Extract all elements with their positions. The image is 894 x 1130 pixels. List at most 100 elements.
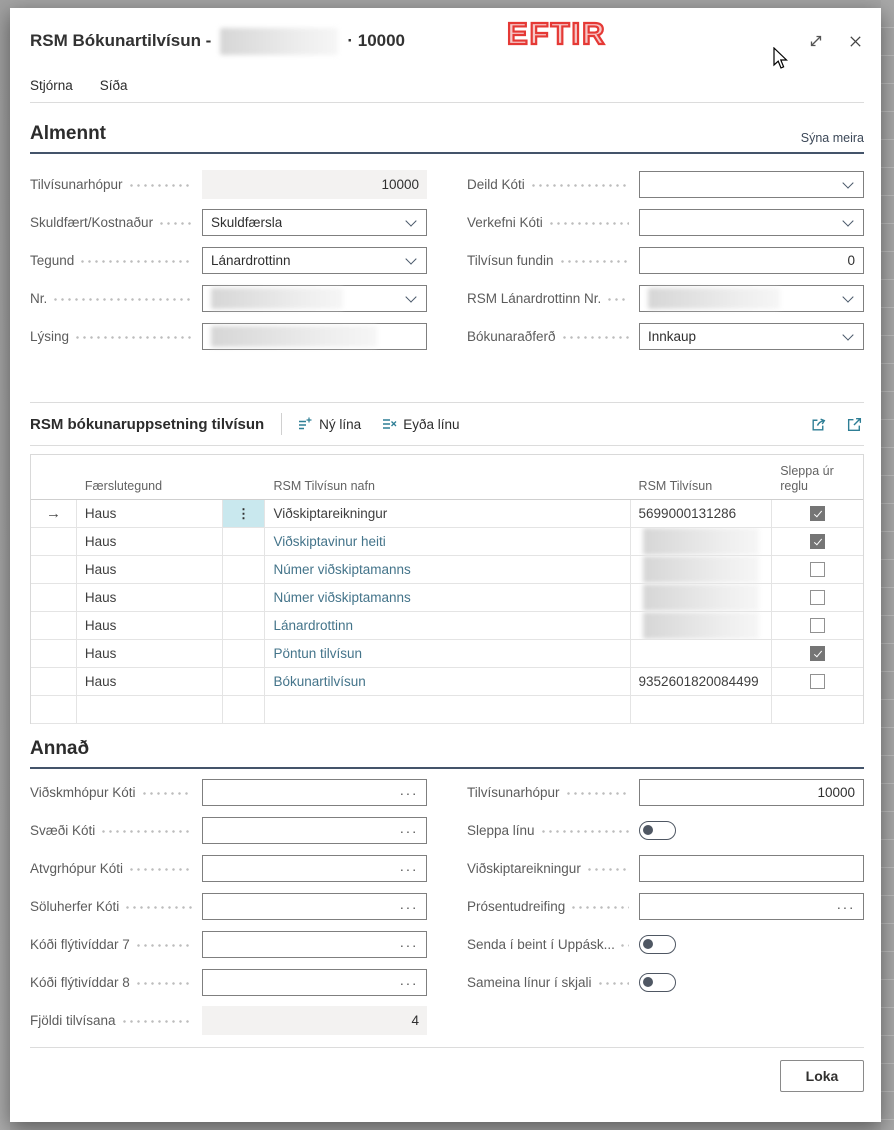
field-label-atvgrh-pur-k-ti: Atvgrhópur Kóti — [30, 861, 123, 876]
new-line-button[interactable]: Ný lína — [297, 416, 361, 432]
close-window-icon[interactable] — [846, 32, 864, 50]
ellipsis-lookup-icon[interactable]: ··· — [400, 940, 419, 950]
cell-rsm-tilvisun[interactable] — [631, 640, 773, 667]
cell-row-options[interactable] — [223, 640, 266, 667]
cell-rsm-tilvisun-nafn[interactable]: Númer viðskiptamanns — [265, 556, 630, 583]
cell-faerslutegund[interactable]: Haus — [77, 584, 223, 611]
dropdown-rsm-l-nardrottinn-nr[interactable] — [639, 285, 864, 312]
lookup-k-i-fl-tiv-ddar-7[interactable]: ··· — [202, 931, 427, 958]
dotted-leader — [550, 222, 629, 225]
cell-rsm-tilvisun[interactable] — [631, 696, 773, 723]
share-icon[interactable] — [808, 414, 828, 434]
dropdown-nr[interactable] — [202, 285, 427, 312]
cell-rsm-tilvisun[interactable] — [631, 556, 773, 583]
expand-window-icon[interactable] — [807, 32, 825, 50]
column-header-tilvisun-nafn[interactable]: RSM Tilvísun nafn — [265, 455, 630, 499]
cell-rsm-tilvisun-nafn[interactable]: Viðskiptareikningur — [265, 500, 630, 527]
dotted-leader — [76, 336, 192, 339]
cell-rsm-tilvisun-nafn[interactable]: Lánardrottinn — [265, 612, 630, 639]
checkbox-unchecked[interactable] — [810, 674, 825, 689]
dotted-leader — [126, 906, 192, 909]
dropdown-verkefni-k-ti[interactable] — [639, 209, 864, 236]
show-more-link[interactable]: Sýna meira — [801, 131, 864, 145]
field-label-nr: Nr. — [30, 291, 47, 306]
cell-faerslutegund[interactable]: Haus — [77, 612, 223, 639]
input-vi-skiptareikningur[interactable] — [639, 855, 864, 882]
lookup-s-luherfer-k-ti[interactable]: ··· — [202, 893, 427, 920]
checkbox-checked[interactable] — [810, 646, 825, 661]
checkbox-checked[interactable] — [810, 506, 825, 521]
ellipsis-lookup-icon[interactable]: ··· — [400, 902, 419, 912]
cell-rsm-tilvisun-nafn[interactable]: Pöntun tilvísun — [265, 640, 630, 667]
dropdown-b-kunara-fer[interactable]: Innkaup — [639, 323, 864, 350]
menu-item-stjorna[interactable]: Stjórna — [30, 78, 73, 93]
cell-rsm-tilvisun[interactable]: 9352601820084499 — [631, 668, 773, 695]
column-header-rsm-tilvisun[interactable]: RSM Tilvísun — [631, 455, 773, 499]
cell-faerslutegund[interactable]: Haus — [77, 500, 223, 527]
cell-rsm-tilvisun-nafn[interactable]: Viðskiptavinur heiti — [265, 528, 630, 555]
ellipsis-lookup-icon[interactable]: ··· — [400, 788, 419, 798]
lookup-sv-i-k-ti[interactable]: ··· — [202, 817, 427, 844]
lookup-pr-sentudreifing[interactable]: ··· — [639, 893, 864, 920]
cell-row-options[interactable] — [223, 668, 266, 695]
input-tilv-sunarh-pur[interactable]: 10000 — [639, 779, 864, 806]
cell-rsm-tilvisun[interactable] — [631, 584, 773, 611]
input-l-sing[interactable] — [202, 323, 427, 350]
checkbox-checked[interactable] — [810, 534, 825, 549]
ellipsis-lookup-icon[interactable]: ··· — [400, 826, 419, 836]
chevron-down-icon — [842, 291, 853, 302]
redacted-value — [643, 528, 759, 555]
checkbox-unchecked[interactable] — [810, 618, 825, 633]
cell-row-options[interactable] — [223, 696, 266, 723]
field-label-tegund: Tegund — [30, 253, 74, 268]
chevron-down-icon — [405, 253, 416, 264]
cell-faerslutegund[interactable]: Haus — [77, 668, 223, 695]
checkbox-unchecked[interactable] — [810, 590, 825, 605]
lookup-k-i-fl-tiv-ddar-8[interactable]: ··· — [202, 969, 427, 996]
cell-rsm-tilvisun-nafn[interactable]: Bókunartilvísun — [265, 668, 630, 695]
background-page-right — [881, 0, 894, 1130]
row-indicator-cell: → — [31, 500, 77, 527]
cell-rsm-tilvisun[interactable] — [631, 612, 773, 639]
dropdown-skuldf-rt-kostna-ur[interactable]: Skuldfærsla — [202, 209, 427, 236]
column-header-sleppa-ur-reglu[interactable]: Sleppa úr reglu — [772, 455, 863, 499]
cell-rsm-tilvisun-nafn[interactable] — [265, 696, 630, 723]
menu-item-sida[interactable]: Síða — [100, 78, 128, 93]
field-verkefni-k-ti: Verkefni Kóti — [467, 209, 864, 236]
cell-row-options[interactable] — [223, 584, 266, 611]
page-title-prefix: RSM Bókunartilvísun - — [30, 31, 211, 51]
delete-line-button[interactable]: Eyða línu — [381, 416, 459, 432]
toggle-switch-senda-beint-upp-sk[interactable] — [639, 935, 676, 954]
cell-row-options[interactable]: ⋮ — [223, 500, 266, 527]
ellipsis-lookup-icon[interactable]: ··· — [400, 864, 419, 874]
toggle-switch-sleppa-l-nu[interactable] — [639, 821, 676, 840]
cell-faerslutegund[interactable]: Haus — [77, 528, 223, 555]
cell-faerslutegund[interactable] — [77, 696, 223, 723]
open-in-new-window-icon[interactable] — [844, 414, 864, 434]
cell-row-options[interactable] — [223, 528, 266, 555]
loka-button[interactable]: Loka — [780, 1060, 864, 1092]
cell-row-options[interactable] — [223, 556, 266, 583]
column-header-faerslutegund[interactable]: Færslutegund — [77, 455, 223, 499]
cell-rsm-tilvisun[interactable] — [631, 528, 773, 555]
checkbox-unchecked[interactable] — [810, 562, 825, 577]
cell-rsm-tilvisun-nafn[interactable]: Númer viðskiptamanns — [265, 584, 630, 611]
cell-faerslutegund[interactable]: Haus — [77, 556, 223, 583]
field-sleppa-l-nu: Sleppa línu — [467, 817, 864, 844]
cell-faerslutegund[interactable]: Haus — [77, 640, 223, 667]
dropdown-deild-k-ti[interactable] — [639, 171, 864, 198]
selected-value: Skuldfærsla — [211, 215, 282, 230]
lookup-atvgrh-pur-k-ti[interactable]: ··· — [202, 855, 427, 882]
ellipsis-lookup-icon[interactable]: ··· — [837, 902, 856, 912]
field-pr-sentudreifing: Prósentudreifing··· — [467, 893, 864, 920]
field-label-b-kunara-fer: Bókunaraðferð — [467, 329, 556, 344]
cell-row-options[interactable] — [223, 612, 266, 639]
input-tilv-sun-fundin[interactable]: 0 — [639, 247, 864, 274]
dropdown-tegund[interactable]: Lánardrottinn — [202, 247, 427, 274]
toggle-switch-sameina-l-nur-skjali[interactable] — [639, 973, 676, 992]
cell-sleppa-ur-reglu — [772, 584, 863, 611]
field-label-tilv-sunarh-pur: Tilvísunarhópur — [467, 785, 560, 800]
ellipsis-lookup-icon[interactable]: ··· — [400, 978, 419, 988]
lookup-vi-skmh-pur-k-ti[interactable]: ··· — [202, 779, 427, 806]
cell-rsm-tilvisun[interactable]: 5699000131286 — [631, 500, 773, 527]
